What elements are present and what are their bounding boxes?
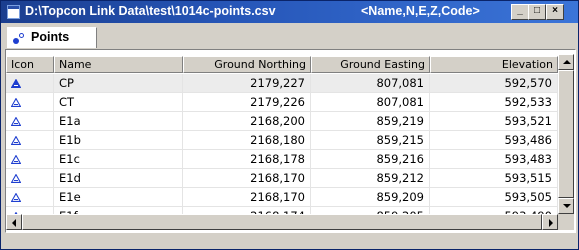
elevation-cell: 593,521 (430, 112, 558, 131)
point-icon (11, 155, 21, 164)
scroll-right-button[interactable] (542, 214, 558, 230)
horizontal-scrollbar[interactable] (6, 214, 558, 230)
title-bar[interactable]: D:\Topcon Link Data\test\1014c-points.cs… (1, 1, 578, 23)
point-icon (11, 117, 21, 126)
vertical-scrollbar[interactable] (558, 54, 574, 214)
control-point-icon (11, 79, 21, 88)
table-row[interactable]: E1a 2168,200 859,219 593,521 (6, 112, 558, 131)
elevation-cell: 592,533 (430, 93, 558, 112)
easting-cell: 859,209 (311, 188, 430, 207)
name-cell: E1a (54, 112, 183, 131)
elevation-cell: 593,483 (430, 150, 558, 169)
table-row[interactable]: CP 2179,227 807,081 592,570 (6, 74, 558, 93)
points-table: Icon Name Ground Northing Ground Easting… (5, 49, 576, 233)
table-row[interactable]: E1b 2168,180 859,215 593,486 (6, 131, 558, 150)
minimize-button[interactable]: _ (511, 4, 529, 20)
name-cell: CT (54, 93, 183, 112)
tab-points-label: Points (31, 30, 70, 44)
horizontal-scroll-thumb[interactable] (22, 214, 542, 230)
icon-cell (6, 93, 54, 112)
window-title-fields: <Name,N,E,Z,Code> (361, 4, 480, 18)
icon-cell (6, 74, 54, 93)
name-cell: E1c (54, 150, 183, 169)
elevation-cell: 593,486 (430, 131, 558, 150)
window-title: D:\Topcon Link Data\test\1014c-points.cs… (25, 4, 276, 18)
northing-cell: 2168,180 (183, 131, 311, 150)
northing-cell: 2179,227 (183, 74, 311, 93)
app-window: D:\Topcon Link Data\test\1014c-points.cs… (0, 0, 579, 250)
name-cell: CP (54, 74, 183, 93)
northing-cell: 2168,170 (183, 169, 311, 188)
easting-cell: 807,081 (311, 93, 430, 112)
column-header-ground-easting[interactable]: Ground Easting (311, 56, 430, 73)
name-cell: E1e (54, 188, 183, 207)
scroll-up-button[interactable] (558, 54, 574, 70)
scroll-left-button[interactable] (6, 214, 22, 230)
icon-cell (6, 188, 54, 207)
easting-cell: 859,212 (311, 169, 430, 188)
column-header-icon[interactable]: Icon (6, 56, 54, 73)
point-icon (11, 174, 21, 183)
point-icon (11, 193, 21, 202)
name-cell: E1d (54, 169, 183, 188)
northing-cell: 2179,226 (183, 93, 311, 112)
icon-cell (6, 112, 54, 131)
point-icon (11, 98, 21, 107)
easting-cell: 807,081 (311, 74, 430, 93)
vertical-scroll-thumb[interactable] (558, 70, 574, 198)
tab-bar: Points (1, 23, 578, 48)
scroll-down-button[interactable] (558, 198, 574, 214)
easting-cell: 859,219 (311, 112, 430, 131)
point-icon (11, 136, 21, 145)
northing-cell: 2168,170 (183, 188, 311, 207)
elevation-cell: 593,515 (430, 169, 558, 188)
easting-cell: 859,215 (311, 131, 430, 150)
northing-cell: 2168,200 (183, 112, 311, 131)
tab-points[interactable]: Points (7, 27, 97, 48)
table-row[interactable]: CT 2179,226 807,081 592,533 (6, 93, 558, 112)
window-icon (7, 5, 20, 19)
column-header-elevation[interactable]: Elevation (430, 56, 558, 73)
points-icon (13, 33, 25, 45)
close-button[interactable]: × (546, 4, 564, 20)
elevation-cell: 592,570 (430, 74, 558, 93)
table-row[interactable]: E1d 2168,170 859,212 593,515 (6, 169, 558, 188)
column-header-name[interactable]: Name (54, 56, 183, 73)
icon-cell (6, 169, 54, 188)
column-header-ground-northing[interactable]: Ground Northing (183, 56, 311, 73)
northing-cell: 2168,178 (183, 150, 311, 169)
name-cell: E1b (54, 131, 183, 150)
maximize-button[interactable]: □ (528, 4, 546, 20)
icon-cell (6, 150, 54, 169)
table-row[interactable]: E1c 2168,178 859,216 593,483 (6, 150, 558, 169)
table-row[interactable]: E1e 2168,170 859,209 593,505 (6, 188, 558, 207)
scrollbar-corner (558, 214, 574, 230)
easting-cell: 859,216 (311, 150, 430, 169)
icon-cell (6, 131, 54, 150)
elevation-cell: 593,505 (430, 188, 558, 207)
